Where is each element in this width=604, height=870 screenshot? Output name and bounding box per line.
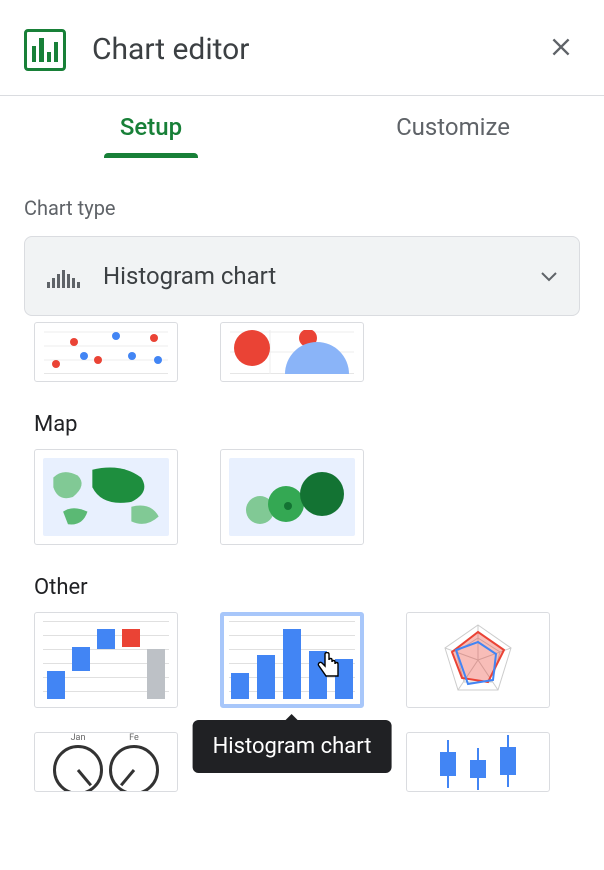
geo-bubble-thumb-icon (229, 458, 355, 536)
chart-option-scorecard[interactable] (220, 732, 364, 792)
chart-option-scatter[interactable] (34, 322, 178, 382)
chart-option-gauge[interactable]: Jan Fe (34, 732, 178, 792)
histogram-icon (47, 264, 87, 288)
gauge-thumb-icon: Jan Fe (53, 733, 159, 792)
other-row-2: Jan Fe (0, 732, 604, 792)
chart-option-geo[interactable] (34, 449, 178, 545)
chart-option-waterfall[interactable] (34, 612, 178, 708)
scatter-thumb-icon (44, 330, 168, 374)
map-row (0, 449, 604, 545)
close-icon (548, 34, 574, 60)
tab-customize[interactable]: Customize (302, 96, 604, 158)
tab-bar: Setup Customize (0, 96, 604, 158)
bubble-thumb-icon (230, 330, 354, 374)
scatter-row (0, 322, 604, 382)
panel-title: Chart editor (92, 32, 249, 67)
chart-type-value: Histogram chart (103, 262, 276, 290)
waterfall-thumb-icon (43, 621, 169, 699)
group-label-other: Other (0, 545, 604, 612)
tab-setup[interactable]: Setup (0, 96, 302, 158)
candlestick-thumb-icon (415, 737, 541, 791)
close-button[interactable] (542, 28, 580, 71)
chart-option-geo-bubble[interactable] (220, 449, 364, 545)
radar-thumb-icon (438, 620, 518, 700)
chart-option-histogram[interactable]: Histogram chart (220, 612, 364, 708)
chart-option-candlestick[interactable] (406, 732, 550, 792)
dropdown-caret-icon (541, 267, 557, 286)
cursor-pointer-icon (316, 652, 344, 682)
other-row-1: Histogram chart (0, 612, 604, 708)
geo-thumb-icon (43, 458, 169, 536)
chart-option-radar[interactable] (406, 612, 550, 708)
chart-option-bubble[interactable] (220, 322, 364, 382)
editor-header: Chart editor (0, 0, 604, 96)
group-label-map: Map (0, 382, 604, 449)
chart-editor-icon (24, 29, 66, 71)
chart-type-dropdown[interactable]: Histogram chart (24, 236, 580, 316)
chart-type-label: Chart type (0, 158, 604, 236)
